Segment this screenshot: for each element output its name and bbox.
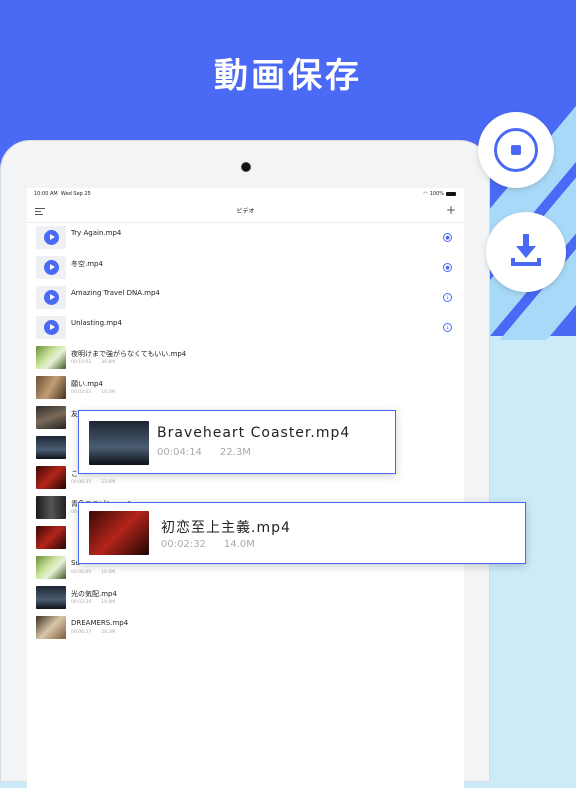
item-name: Amazing Travel DNA.mp4 xyxy=(71,289,160,297)
add-button[interactable]: + xyxy=(446,203,456,217)
loading-icon[interactable]: ● xyxy=(443,233,452,242)
list-item[interactable]: Amazing Travel DNA.mp4 ↓ xyxy=(27,283,464,313)
list-item[interactable]: 夜明けまで強がらなくてもいい.mp4 00:10:02 30.8M xyxy=(27,343,464,373)
video-thumbnail xyxy=(36,616,66,639)
list-item[interactable]: 光の気配.mp4 00:03:34 10.9M xyxy=(27,583,464,613)
thumbnail xyxy=(36,226,66,249)
stop-bubble xyxy=(478,112,554,188)
battery-icon xyxy=(446,192,456,196)
item-name: 冬空.mp4 xyxy=(71,260,103,268)
video-thumbnail xyxy=(36,496,66,519)
item-name: Try Again.mp4 xyxy=(71,229,122,237)
video-thumbnail xyxy=(36,346,66,369)
video-thumbnail xyxy=(89,511,149,555)
item-name: 夜明けまで強がらなくてもいい.mp4 xyxy=(71,350,187,358)
video-thumbnail xyxy=(89,421,149,465)
item-meta: 00:03:02 10.5M xyxy=(71,390,116,395)
video-thumbnail xyxy=(36,556,66,579)
item-meta: 00:03:34 10.9M xyxy=(71,600,116,605)
callout-video-1[interactable]: Braveheart Coaster.mp4 00:04:14 22.3M xyxy=(78,410,396,474)
status-right: ◠ 100% xyxy=(423,191,456,197)
list-item[interactable]: DREAMERS.mp4 00:06:37 28.3M xyxy=(27,613,464,643)
stop-icon[interactable] xyxy=(494,128,538,172)
item-name: 光の気配.mp4 xyxy=(71,590,117,598)
item-meta: 00:06:37 28.3M xyxy=(71,630,116,635)
callout-name: 初恋至上主義.mp4 xyxy=(161,520,291,536)
play-icon[interactable] xyxy=(44,230,59,245)
callout-video-2[interactable]: 初恋至上主義.mp4 00:02:32 14.0M xyxy=(78,502,526,564)
battery-label: 100% xyxy=(429,191,444,197)
play-icon[interactable] xyxy=(44,290,59,305)
item-meta: 00:06:35 23.6M xyxy=(71,480,116,485)
item-name: Unlasting.mp4 xyxy=(71,319,122,327)
nav-bar: ビデオ + xyxy=(27,200,464,223)
video-thumbnail xyxy=(36,466,66,489)
wifi-icon: ◠ xyxy=(423,191,428,197)
thumbnail xyxy=(36,256,66,279)
headline: 動画保存 xyxy=(214,56,362,96)
callout-meta: 00:02:32 14.0M xyxy=(161,539,255,550)
list-item[interactable]: Try Again.mp4 ● xyxy=(27,223,464,253)
nav-title: ビデオ xyxy=(236,208,255,215)
video-thumbnail xyxy=(36,526,66,549)
list-item[interactable]: 冬空.mp4 ● xyxy=(27,253,464,283)
item-name: こ xyxy=(71,470,78,478)
status-time: 10:00 AM Wed Sep 25 xyxy=(34,191,91,197)
download-icon[interactable]: ↓ xyxy=(443,323,452,332)
download-icon[interactable]: ↓ xyxy=(443,293,452,302)
video-thumbnail xyxy=(36,406,66,429)
video-thumbnail xyxy=(36,376,66,399)
list-item[interactable]: Unlasting.mp4 ↓ xyxy=(27,313,464,343)
video-thumbnail xyxy=(36,586,66,609)
item-name: DREAMERS.mp4 xyxy=(71,619,129,627)
status-bar: 10:00 AM Wed Sep 25 ◠ 100% xyxy=(27,188,464,200)
list-item[interactable]: 願い.mp4 00:03:02 10.5M xyxy=(27,373,464,403)
item-name: 願い.mp4 xyxy=(71,380,103,388)
callout-meta: 00:04:14 22.3M xyxy=(157,447,251,458)
item-meta: 00:10:02 30.8M xyxy=(71,360,116,365)
download-bubble xyxy=(486,212,566,292)
item-meta: 00:00:00 10.6M xyxy=(71,570,116,575)
callout-name: Braveheart Coaster.mp4 xyxy=(157,425,351,441)
play-icon[interactable] xyxy=(44,260,59,275)
play-icon[interactable] xyxy=(44,320,59,335)
thumbnail xyxy=(36,316,66,339)
download-icon[interactable] xyxy=(508,232,544,268)
app-screen: 10:00 AM Wed Sep 25 ◠ 100% ビデオ + Try Aga… xyxy=(27,188,464,788)
video-thumbnail xyxy=(36,436,66,459)
loading-icon[interactable]: ● xyxy=(443,263,452,272)
thumbnail xyxy=(36,286,66,309)
camera-dot xyxy=(241,162,251,172)
